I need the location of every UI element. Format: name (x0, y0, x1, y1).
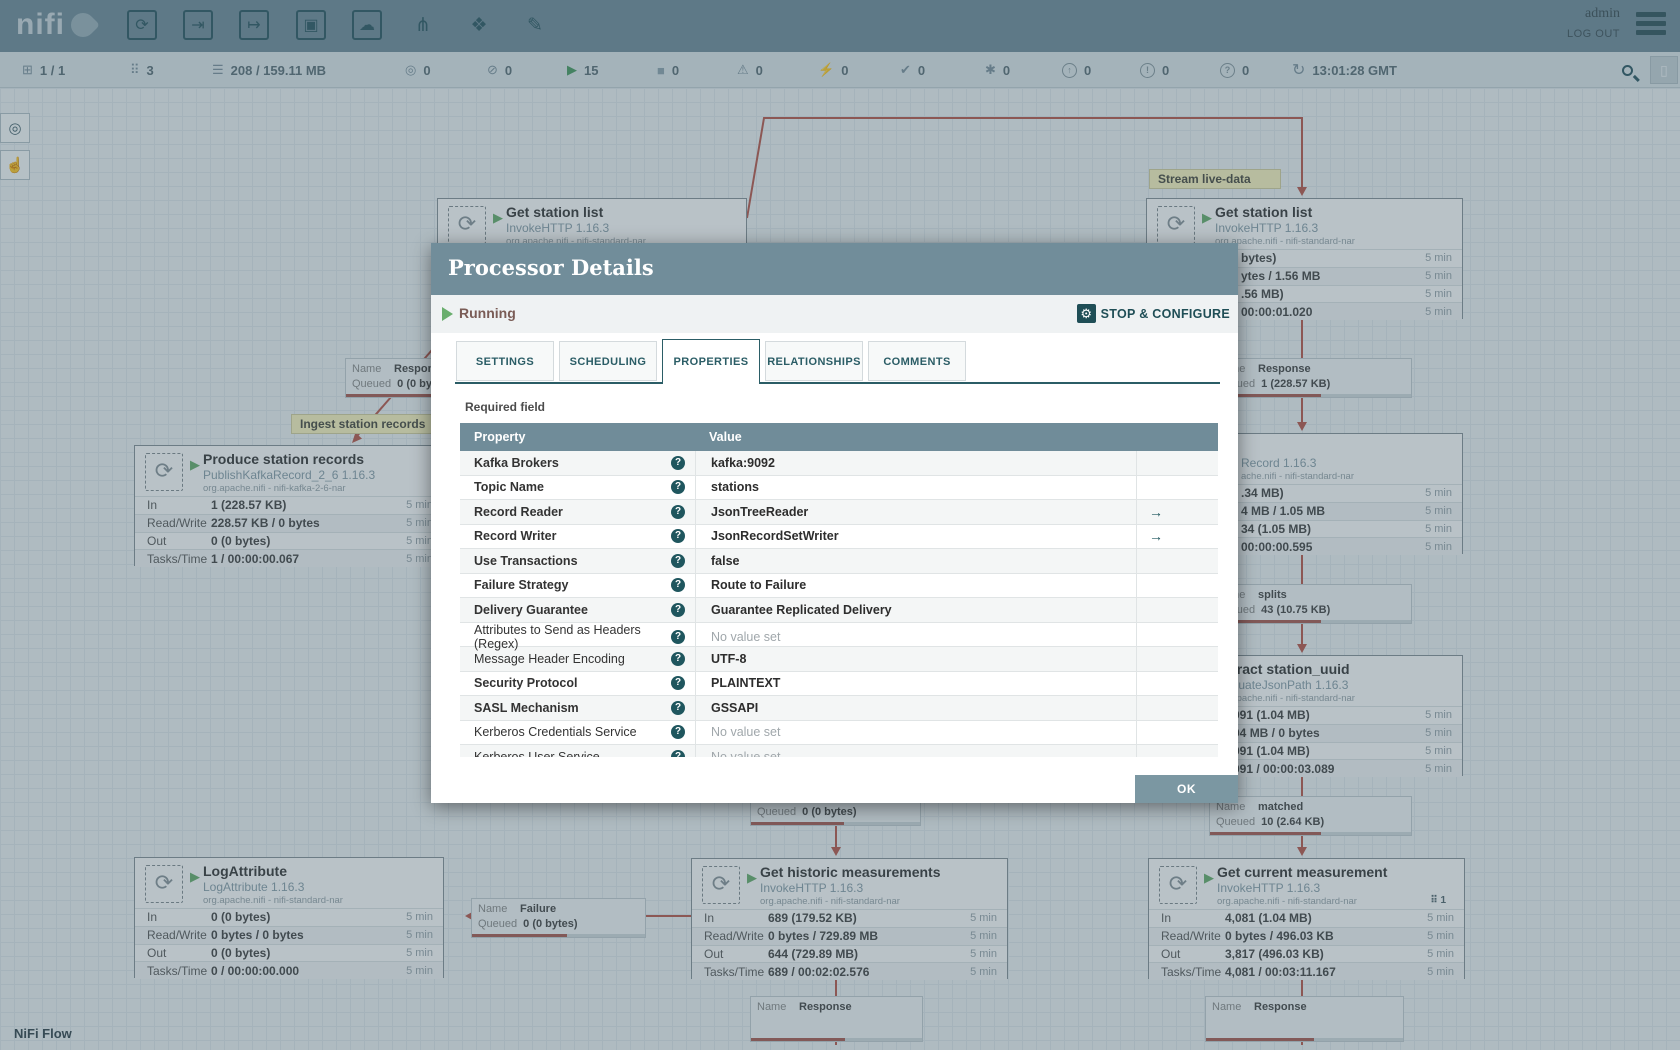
help-icon[interactable]: ? (671, 529, 685, 544)
goto-service-icon[interactable]: → (1136, 500, 1218, 524)
properties-table: Property Value Kafka Brokers? kafka:9092… (460, 423, 1218, 757)
running-status-icon (442, 307, 453, 321)
dialog-title: Processor Details (448, 255, 654, 280)
tab-underline (455, 382, 1220, 384)
table-row[interactable]: Attributes to Send as Headers (Regex)? N… (460, 622, 1218, 651)
help-icon[interactable]: ? (671, 749, 685, 757)
required-field-note: Required field (465, 400, 546, 414)
help-icon[interactable]: ? (671, 480, 685, 495)
table-row[interactable]: Use Transactions? false (460, 549, 1218, 574)
tab-relationships[interactable]: RELATIONSHIPS (765, 341, 863, 381)
running-status-label: Running (459, 305, 516, 321)
help-icon[interactable]: ? (671, 602, 685, 617)
tab-scheduling[interactable]: SCHEDULING (559, 341, 657, 381)
help-icon[interactable]: ? (671, 455, 685, 470)
table-row[interactable]: Security Protocol? PLAINTEXT (460, 671, 1218, 696)
processor-details-dialog: Processor Details Running ⚙ STOP & CONFI… (431, 243, 1238, 803)
goto-service-icon[interactable]: → (1136, 524, 1218, 548)
dialog-header: Processor Details (431, 243, 1238, 295)
help-icon[interactable]: ? (671, 651, 685, 666)
tab-properties[interactable]: PROPERTIES (662, 339, 760, 384)
properties-table-header: Property Value (460, 423, 1218, 451)
table-row[interactable]: Record Writer? JsonRecordSetWriter → (460, 524, 1218, 549)
gear-icon: ⚙ (1076, 304, 1096, 323)
help-icon[interactable]: ? (671, 629, 685, 644)
table-row[interactable]: SASL Mechanism? GSSAPI (460, 696, 1218, 721)
help-icon[interactable]: ? (671, 553, 685, 568)
ok-button[interactable]: OK (1135, 775, 1238, 803)
table-row[interactable]: Topic Name? stations (460, 475, 1218, 500)
table-row[interactable]: Message Header Encoding? UTF-8 (460, 647, 1218, 672)
tab-comments[interactable]: COMMENTS (868, 341, 966, 381)
table-row[interactable]: Kerberos Credentials Service? No value s… (460, 720, 1218, 745)
table-row[interactable]: Kafka Brokers? kafka:9092 (460, 451, 1218, 476)
help-icon[interactable]: ? (671, 700, 685, 715)
table-row[interactable]: Delivery Guarantee? Guarantee Replicated… (460, 598, 1218, 623)
table-row[interactable]: Failure Strategy? Route to Failure (460, 573, 1218, 598)
table-row[interactable]: Kerberos User Service? No value set (460, 745, 1218, 757)
table-row[interactable]: Record Reader? JsonTreeReader → (460, 500, 1218, 525)
help-icon[interactable]: ? (671, 578, 685, 593)
help-icon[interactable]: ? (671, 504, 685, 519)
dialog-status-row: Running ⚙ STOP & CONFIGURE (431, 295, 1238, 333)
help-icon[interactable]: ? (671, 725, 685, 740)
property-column-header: Property (474, 430, 526, 444)
stop-and-configure-button[interactable]: ⚙ STOP & CONFIGURE (1076, 304, 1230, 323)
tab-settings[interactable]: SETTINGS (456, 341, 554, 381)
help-icon[interactable]: ? (671, 676, 685, 691)
value-column-header: Value (709, 430, 742, 444)
